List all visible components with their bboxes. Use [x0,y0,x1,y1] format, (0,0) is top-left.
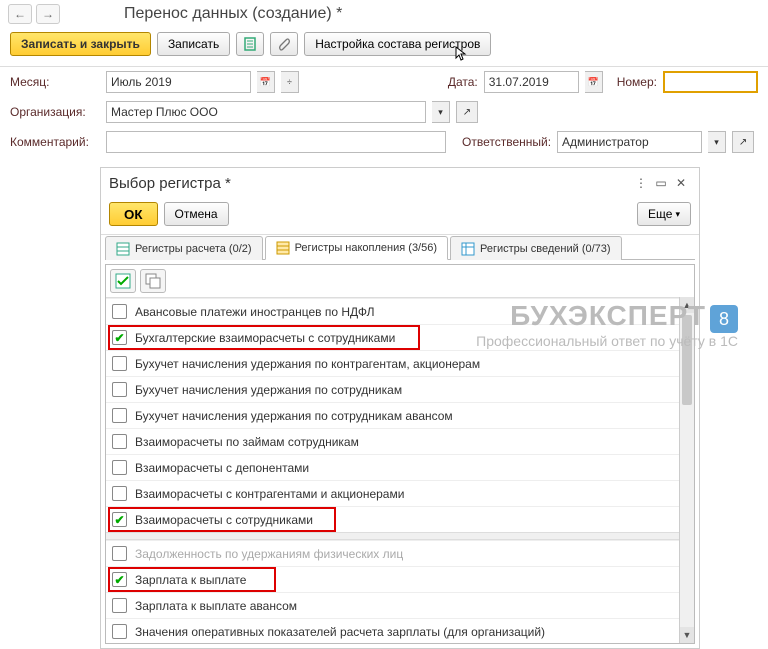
list-item[interactable]: Взаиморасчеты с депонентами [106,454,694,480]
org-label: Организация: [10,105,100,119]
list-item[interactable]: Взаиморасчеты с сотрудниками [106,506,694,532]
resp-open-button[interactable]: ↗ [732,131,754,153]
chevron-down-icon: ▾ [675,209,680,220]
list-item[interactable]: Бухучет начисления удержания по контраге… [106,350,694,376]
list-scrollbar[interactable]: ▲ ▼ [679,297,694,643]
checkbox[interactable] [112,624,127,639]
grid-green-icon [116,242,130,256]
date-calendar-button[interactable]: 📅 [585,71,603,93]
list-item-label: Взаиморасчеты с контрагентами и акционер… [135,487,404,501]
paperclip-icon [277,37,291,51]
list-item-label: Авансовые платежи иностранцев по НДФЛ [135,305,374,319]
list-item[interactable]: Бухгалтерские взаиморасчеты с сотрудника… [106,324,694,350]
resp-dropdown[interactable]: ▾ [708,131,726,153]
list-item-label: Взаиморасчеты с сотрудниками [135,513,313,527]
list-item[interactable]: Взаиморасчеты по займам сотрудникам [106,428,694,454]
tab-calc-registers[interactable]: Регистры расчета (0/2) [105,236,263,260]
org-dropdown[interactable]: ▾ [432,101,450,123]
list-item-label: Бухучет начисления удержания по сотрудни… [135,409,453,423]
list-item[interactable]: Значения оперативных показателей расчета… [106,618,694,644]
tab-accum-registers[interactable]: Регистры накопления (3/56) [265,236,448,260]
uncheck-all-button[interactable] [140,269,166,293]
list-item[interactable]: Взаиморасчеты с контрагентами и акционер… [106,480,694,506]
list-item-label: Значения оперативных показателей расчета… [135,625,545,639]
tab-calc-label: Регистры расчета (0/2) [135,243,252,255]
cursor-icon [455,46,471,62]
list-item[interactable]: Зарплата к выплате авансом [106,592,694,618]
dialog-maximize-icon[interactable]: ▭ [651,174,671,192]
list-item[interactable]: Бухучет начисления удержания по сотрудни… [106,402,694,428]
checkbox[interactable] [112,382,127,397]
select-register-dialog: Выбор регистра * ⋮ ▭ ✕ ОК Отмена Еще ▾ Р… [100,167,700,649]
tab-info-registers[interactable]: Регистры сведений (0/73) [450,236,622,260]
more-label: Еще [648,207,672,221]
comment-label: Комментарий: [10,135,100,149]
list-item[interactable]: Зарплата к выплате [106,566,694,592]
checkbox[interactable] [112,434,127,449]
list-item-label: Бухгалтерские взаиморасчеты с сотрудника… [135,331,395,345]
list-item-label: Взаиморасчеты по займам сотрудникам [135,435,359,449]
list-item[interactable]: Авансовые платежи иностранцев по НДФЛ [106,298,694,324]
list-item[interactable]: Задолженность по удержаниям физических л… [106,540,694,566]
resp-label: Ответственный: [462,135,551,149]
nav-back[interactable]: ← [8,4,32,24]
save-close-button[interactable]: Записать и закрыть [10,32,151,56]
checkbox[interactable] [112,408,127,423]
month-field[interactable]: Июль 2019 [106,71,251,93]
register-list-panel: Авансовые платежи иностранцев по НДФЛ Бух… [105,264,695,644]
grid-blue-icon [461,242,475,256]
org-open-button[interactable]: ↗ [456,101,478,123]
uncheck-all-icon [145,273,161,289]
more-button[interactable]: Еще ▾ [637,202,691,226]
tab-info-label: Регистры сведений (0/73) [480,243,611,255]
tab-accum-label: Регистры накопления (3/56) [295,242,437,254]
date-value: 31.07.2019 [489,75,549,89]
checkbox[interactable] [112,546,127,561]
month-label: Месяц: [10,75,100,89]
comment-field[interactable] [106,131,446,153]
page-title: Перенос данных (создание) * [124,5,342,23]
list-item-label: Бухучет начисления удержания по контраге… [135,357,480,371]
list-item-label: Зарплата к выплате [135,573,246,587]
month-spinner[interactable]: ÷ [281,71,299,93]
date-label: Дата: [448,75,478,89]
cancel-button[interactable]: Отмена [164,202,229,226]
checkbox[interactable] [112,304,127,319]
checkbox[interactable] [112,512,127,527]
nav-forward[interactable]: → [36,4,60,24]
report-icon-button[interactable] [236,32,264,56]
org-value: Мастер Плюс ООО [111,105,218,119]
attach-icon-button[interactable] [270,32,298,56]
save-button[interactable]: Записать [157,32,230,56]
list-item-label: Взаиморасчеты с депонентами [135,461,309,475]
list-item-label: Зарплата к выплате авансом [135,599,297,613]
number-field[interactable] [663,71,758,93]
ok-button[interactable]: ОК [109,202,158,226]
checkbox[interactable] [112,572,127,587]
grid-yellow-icon [276,241,290,255]
date-field[interactable]: 31.07.2019 [484,71,579,93]
dialog-menu-icon[interactable]: ⋮ [631,174,651,192]
document-icon [243,37,257,51]
checkbox[interactable] [112,356,127,371]
checkbox[interactable] [112,486,127,501]
checkbox[interactable] [112,330,127,345]
checkbox[interactable] [112,598,127,613]
check-all-button[interactable] [110,269,136,293]
scroll-thumb[interactable] [682,315,692,405]
dialog-title: Выбор регистра * [109,175,631,192]
month-value: Июль 2019 [111,75,172,89]
dialog-close-icon[interactable]: ✕ [671,174,691,192]
month-calendar-button[interactable]: 📅 [257,71,275,93]
number-label: Номер: [617,75,657,89]
list-item[interactable]: Бухучет начисления удержания по сотрудни… [106,376,694,402]
org-field[interactable]: Мастер Плюс ООО [106,101,426,123]
check-all-icon [115,273,131,289]
list-item-label: Задолженность по удержаниям физических л… [135,547,403,561]
resp-field[interactable]: Администратор [557,131,702,153]
scroll-up-icon[interactable]: ▲ [680,297,694,313]
resp-value: Администратор [562,135,649,149]
checkbox[interactable] [112,460,127,475]
list-item-label: Бухучет начисления удержания по сотрудни… [135,383,402,397]
